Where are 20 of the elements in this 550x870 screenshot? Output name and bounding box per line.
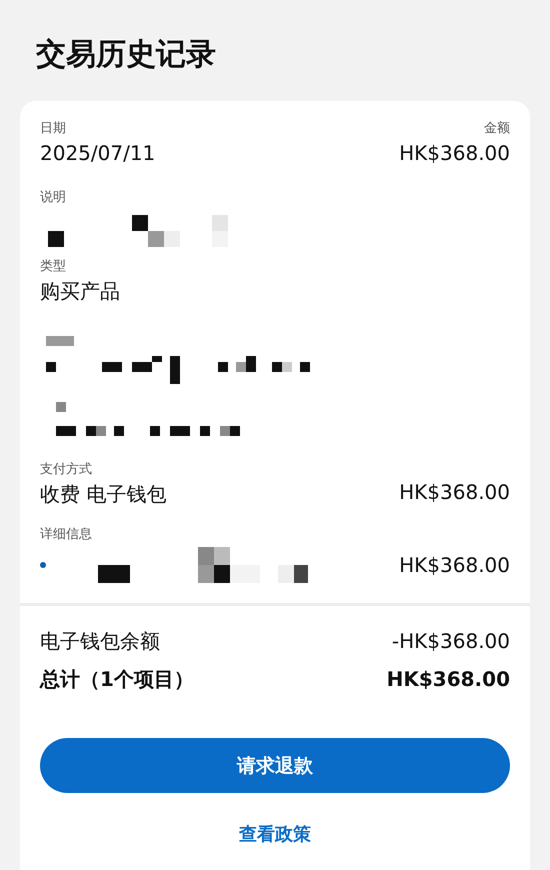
field-label: 说明 [40, 190, 67, 206]
bullet-icon [40, 562, 46, 568]
field-value: 购买产品 [40, 278, 121, 304]
refund-button[interactable]: 请求退款 [40, 738, 510, 794]
policy-link[interactable]: 查看政策 [239, 821, 311, 848]
summary-label: 总计（1个项目） [40, 666, 194, 694]
detail-amount: HK$368.00 [399, 552, 510, 580]
field-value: HK$368.00 [399, 141, 510, 166]
field-value: 2025/07/11 [40, 141, 156, 166]
field-label: 类型 [40, 258, 67, 275]
payment-amount: HK$368.00 [399, 479, 510, 506]
page-title: 交易历史记录 [35, 36, 217, 74]
summary-value: -HK$368.00 [392, 628, 510, 656]
summary-label: 电子钱包余额 [40, 628, 160, 656]
field-label: 金额 [484, 121, 510, 138]
field-value: 收费 电子钱包 [40, 482, 166, 507]
field-label: 详细信息 [40, 527, 93, 544]
field-label: 日期 [40, 121, 67, 138]
field-label: 支付方式 [40, 462, 93, 478]
summary-value: HK$368.00 [386, 666, 510, 694]
